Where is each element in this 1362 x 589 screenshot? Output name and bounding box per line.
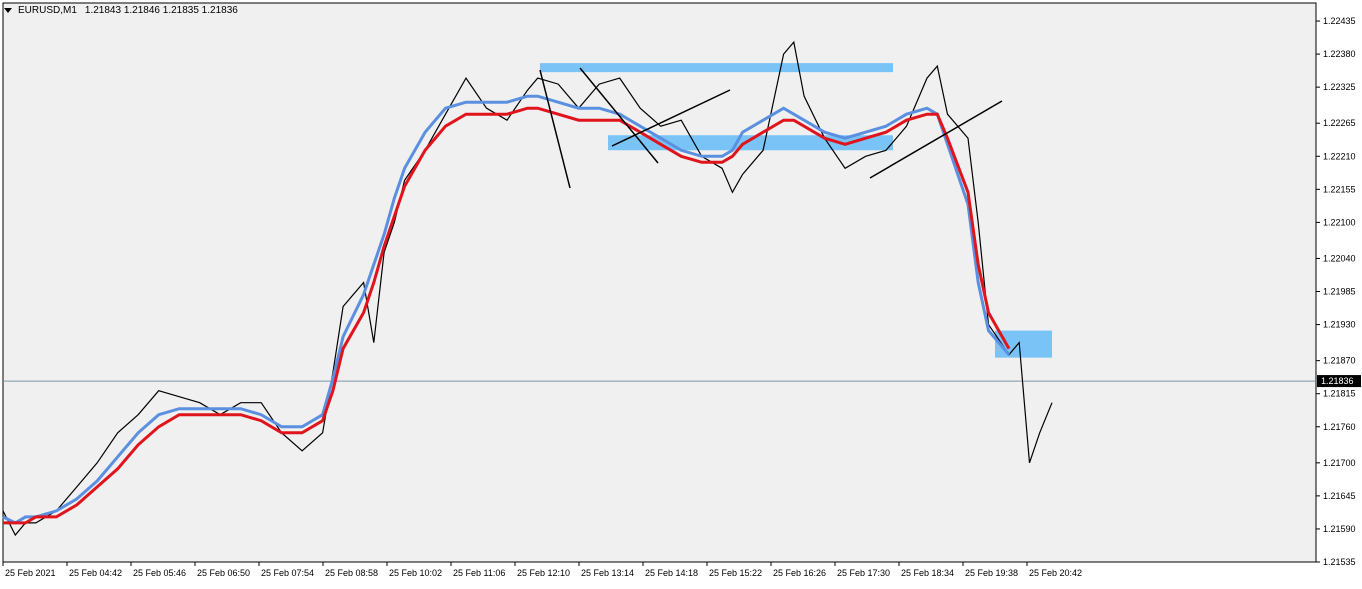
x-tick-label: 25 Feb 20:42: [1029, 568, 1082, 578]
x-tick-label: 25 Feb 17:30: [837, 568, 890, 578]
x-tick-label: 25 Feb 2021: [5, 568, 56, 578]
ohlc-values: 1.21843 1.21846 1.21835 1.21836: [84, 4, 238, 16]
y-tick-label: 1.21645: [1323, 491, 1356, 501]
x-tick-label: 25 Feb 13:14: [581, 568, 634, 578]
y-tick-label: 1.21870: [1323, 356, 1356, 366]
x-tick-label: 25 Feb 05:46: [133, 568, 186, 578]
zone-rect: [995, 330, 1052, 358]
y-tick-label: 1.21815: [1323, 389, 1356, 399]
x-tick-label: 25 Feb 07:54: [261, 568, 314, 578]
x-tick-label: 25 Feb 06:50: [197, 568, 250, 578]
current-price-label: 1.21836: [1321, 376, 1354, 386]
x-tick-label: 25 Feb 12:10: [517, 568, 570, 578]
y-tick-label: 1.21535: [1323, 557, 1356, 567]
x-tick-label: 25 Feb 16:26: [773, 568, 826, 578]
y-tick-label: 1.22040: [1323, 253, 1356, 263]
y-tick-label: 1.22210: [1323, 151, 1356, 161]
price-chart[interactable]: 1.22435 1.22380 1.22325 1.22265 1.22210 1.221…: [0, 0, 1362, 584]
chart-header: EURUSD,M1 1.21843 1.21846 1.21835 1.2183…: [4, 3, 238, 17]
y-tick-label: 1.21930: [1323, 320, 1356, 330]
x-tick-label: 25 Feb 18:34: [901, 568, 954, 578]
y-tick-label: 1.21590: [1323, 524, 1356, 534]
y-tick-label: 1.21985: [1323, 287, 1356, 297]
x-tick-label: 25 Feb 19:38: [965, 568, 1018, 578]
y-tick-label: 1.22380: [1323, 49, 1356, 59]
y-tick-label: 1.22265: [1323, 118, 1356, 128]
y-tick-label: 1.22435: [1323, 16, 1356, 26]
y-tick-label: 1.22155: [1323, 184, 1356, 194]
symbol-label: EURUSD,M1: [18, 4, 77, 16]
y-tick-label: 1.22325: [1323, 82, 1356, 92]
x-tick-label: 25 Feb 15:22: [709, 568, 762, 578]
y-tick-label: 1.21700: [1323, 458, 1356, 468]
dropdown-triangle-icon[interactable]: [4, 7, 12, 13]
plot-area: [2, 2, 1317, 563]
x-tick-label: 25 Feb 10:02: [389, 568, 442, 578]
x-tick-label: 25 Feb 11:06: [453, 568, 505, 578]
chart-area[interactable]: 1.22435 1.22380 1.22325 1.22265 1.22210 1.221…: [0, 0, 1362, 584]
x-tick-label: 25 Feb 04:42: [69, 568, 122, 578]
x-tick-label: 25 Feb 14:18: [645, 568, 698, 578]
x-tick-label: 25 Feb 08:58: [325, 568, 378, 578]
y-tick-label: 1.22100: [1323, 217, 1356, 227]
y-tick-label: 1.21760: [1323, 422, 1356, 432]
zone-rect: [540, 63, 893, 73]
